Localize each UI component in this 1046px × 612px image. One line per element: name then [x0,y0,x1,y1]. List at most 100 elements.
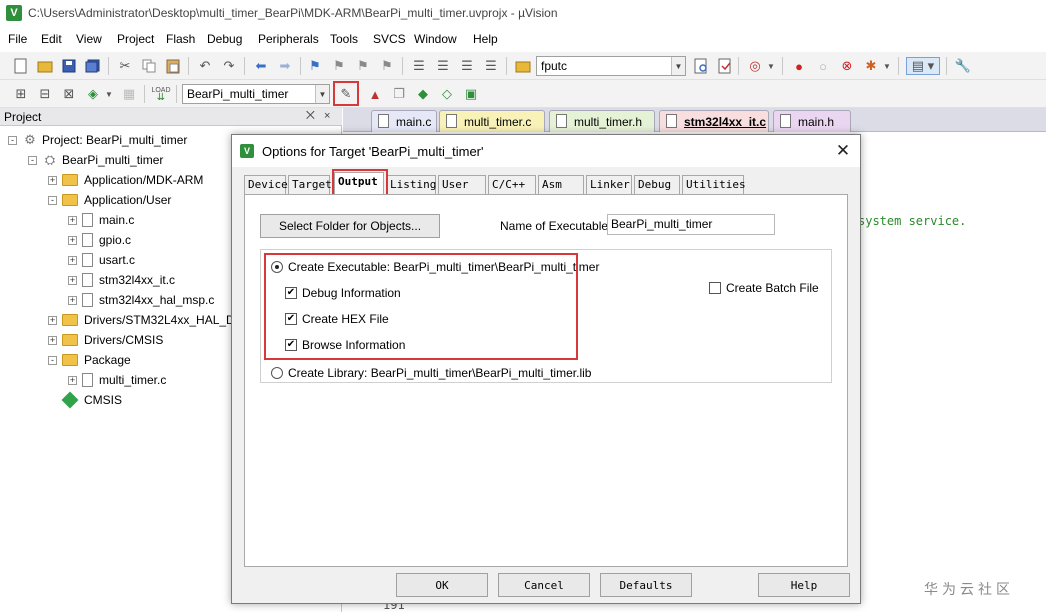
menu-file[interactable]: File [8,32,27,46]
pack-installer-icon[interactable]: ◆ [414,85,432,103]
navigate-forward-icon[interactable]: ➡ [276,57,294,75]
manage-run-time-environment-icon[interactable]: ▣ [462,85,480,103]
tree-item[interactable]: + multi_timer.c [68,370,166,390]
tree-item[interactable]: + main.c [68,210,134,230]
editor-tab-multi-timer-h[interactable]: multi_timer.h [549,110,655,132]
editor-tab-main-h[interactable]: main.h [773,110,851,132]
cancel-button[interactable]: Cancel [498,573,590,597]
chevron-down-icon[interactable]: ▼ [671,57,685,75]
menu-debug[interactable]: Debug [207,32,242,46]
target-combo[interactable]: BearPi_multi_timer ▼ [182,84,330,104]
find-in-files-icon[interactable] [514,57,532,75]
tree-item[interactable]: + Drivers/STM32L4xx_HAL_Dri [48,310,241,330]
stop-build-icon[interactable]: ▦ [120,85,138,103]
rebuild-icon[interactable]: ⊠ [60,85,78,103]
close-icon[interactable]: × [324,110,330,122]
expand-icon[interactable]: + [48,315,57,325]
menu-help[interactable]: Help [473,32,498,46]
tab-user[interactable]: User [438,175,486,194]
tree-item[interactable]: + gpio.c [68,230,131,250]
file-extensions-icon[interactable]: ▲ [366,85,384,103]
chevron-down-icon[interactable]: ▼ [882,57,892,75]
expand-icon[interactable]: + [48,335,57,345]
ok-button[interactable]: OK [396,573,488,597]
bookmark-clear-icon[interactable]: ⚑ [378,57,396,75]
tab-debug[interactable]: Debug [634,175,680,194]
editor-tab-stm32l4xx-it-c[interactable]: stm32l4xx_it.c [659,110,769,132]
tab-c-cpp[interactable]: C/C++ [488,175,536,194]
breakpoint-kill-all-icon[interactable]: ✱ [862,57,880,75]
tree-item[interactable]: - Package [48,350,131,370]
breakpoint-disable-icon[interactable]: ○ [814,57,832,75]
redo-icon[interactable]: ↷ [220,57,238,75]
tab-target[interactable]: Target [288,175,332,194]
tree-item[interactable]: - Application/User [48,190,171,210]
open-folder-icon[interactable] [36,57,54,75]
tree-item[interactable]: + Application/MDK-ARM [48,170,203,190]
debug-session-icon[interactable]: ◎ [746,57,764,75]
batch-build-icon[interactable]: ◈ [84,85,102,103]
expand-icon[interactable]: + [68,295,77,305]
expand-icon[interactable]: + [68,255,77,265]
comment-icon[interactable]: ☰ [458,57,476,75]
expand-icon[interactable]: + [48,175,57,185]
tab-device[interactable]: Device [244,175,288,194]
pin-icon[interactable]: ⨉ [306,110,315,123]
find-icon[interactable] [692,57,710,75]
tab-asm[interactable]: Asm [538,175,584,194]
menu-edit[interactable]: Edit [41,32,62,46]
menu-peripherals[interactable]: Peripherals [258,32,319,46]
menu-tools[interactable]: Tools [330,32,358,46]
menu-window[interactable]: Window [414,32,457,46]
collapse-icon[interactable]: - [48,355,57,365]
manage-project-items-icon[interactable]: ❐ [390,85,408,103]
breakpoint-disable-all-icon[interactable]: ⊗ [838,57,856,75]
breakpoint-icon[interactable]: ● [790,57,808,75]
chevron-down-icon[interactable]: ▼ [315,85,329,103]
bookmark-next-icon[interactable]: ⚑ [354,57,372,75]
tab-utilities[interactable]: Utilities [682,175,746,194]
save-all-icon[interactable] [84,57,102,75]
select-software-packs-icon[interactable]: ◇ [438,85,456,103]
menu-svcs[interactable]: SVCS [373,32,406,46]
copy-icon[interactable] [140,57,158,75]
tree-item[interactable]: + stm32l4xx_hal_msp.c [68,290,214,310]
chevron-down-icon[interactable]: ▼ [104,85,114,103]
collapse-icon[interactable]: - [28,155,37,165]
undo-icon[interactable]: ↶ [196,57,214,75]
bookmark-prev-icon[interactable]: ⚑ [330,57,348,75]
indent-icon[interactable]: ☰ [410,57,428,75]
collapse-icon[interactable]: - [8,135,17,145]
wrench-icon[interactable]: 🔧 [954,57,972,75]
tab-linker[interactable]: Linker [586,175,632,194]
tab-listing[interactable]: Listing [386,175,436,194]
create-batch-file-checkbox[interactable] [709,282,721,294]
unindent-icon[interactable]: ☰ [434,57,452,75]
load-download-icon[interactable]: LOAD ⇊ [151,85,170,103]
collapse-icon[interactable]: - [48,195,57,205]
tree-item[interactable]: + Drivers/CMSIS [48,330,163,350]
window-layout-icon[interactable]: ▤ ▾ [906,57,940,75]
expand-icon[interactable]: + [68,235,77,245]
bookmark-icon[interactable]: ⚑ [306,57,324,75]
chevron-down-icon[interactable]: ▼ [766,57,776,75]
name-of-executable-input[interactable]: BearPi_multi_timer [607,214,775,235]
menu-view[interactable]: View [76,32,102,46]
tree-item[interactable]: + stm32l4xx_it.c [68,270,175,290]
save-icon[interactable] [60,57,78,75]
expand-icon[interactable]: + [68,215,77,225]
close-icon[interactable]: ✕ [832,140,854,162]
new-file-icon[interactable] [12,57,30,75]
select-folder-for-objects-button[interactable]: Select Folder for Objects... [260,214,440,238]
paste-icon[interactable] [164,57,182,75]
expand-icon[interactable]: + [68,275,77,285]
build-icon[interactable]: ⊟ [36,85,54,103]
help-button[interactable]: Help [758,573,850,597]
menu-project[interactable]: Project [117,32,154,46]
create-library-radio[interactable] [271,367,283,379]
navigate-back-icon[interactable]: ⬅ [252,57,270,75]
menu-flash[interactable]: Flash [166,32,195,46]
tree-item[interactable]: - ⛭ BearPi_multi_timer [28,150,163,170]
cut-icon[interactable]: ✂ [116,57,134,75]
tree-item[interactable]: CMSIS [48,390,122,410]
